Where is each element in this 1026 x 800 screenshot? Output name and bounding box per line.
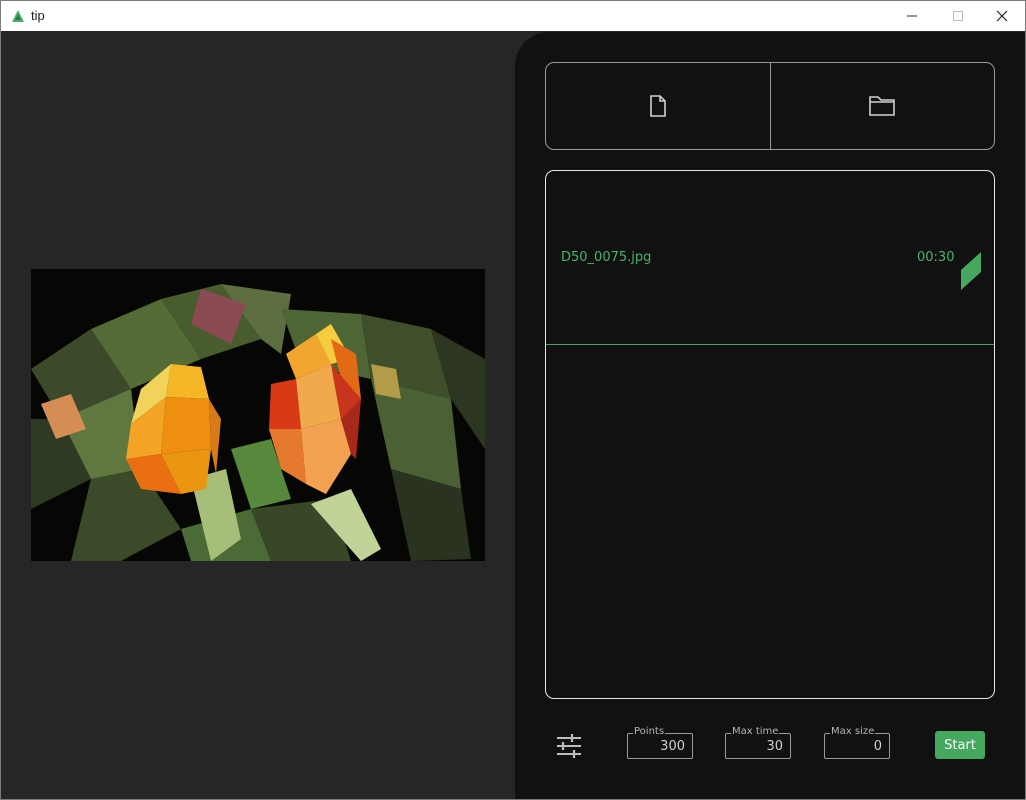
triangulated-image-preview (31, 269, 485, 561)
points-label: Points (633, 726, 666, 738)
close-button[interactable] (979, 1, 1025, 31)
max-size-field[interactable]: Max size 0 (824, 726, 890, 759)
file-list: D50_0075.jpg 00:30 (545, 170, 995, 699)
maximize-button[interactable] (935, 1, 981, 31)
main-content: D50_0075.jpg 00:30 Points 300 Max time 3… (1, 31, 1025, 799)
settings-bar: Points 300 Max time 30 Max size 0 Start (515, 722, 1025, 772)
file-icon (649, 95, 666, 117)
tulips-image (31, 269, 485, 561)
minimize-button[interactable] (889, 1, 935, 31)
app-logo-icon (12, 10, 24, 22)
title-bar[interactable]: tip (1, 1, 1025, 31)
app-window: tip D50_0075.jpg 00:30 Points 300 Max ti… (0, 0, 1026, 800)
file-time: 00:30 (917, 250, 955, 265)
max-time-field[interactable]: Max time 30 (725, 726, 791, 759)
folder-icon (869, 96, 896, 116)
max-size-label: Max size (830, 726, 876, 738)
open-buttons-group (545, 62, 995, 150)
points-input[interactable]: 300 (660, 739, 685, 754)
start-button[interactable]: Start (935, 731, 985, 759)
window-title: tip (31, 8, 45, 23)
open-folder-button[interactable] (771, 63, 995, 149)
minimize-icon (907, 15, 917, 17)
open-file-button[interactable] (546, 63, 771, 149)
control-panel: D50_0075.jpg 00:30 Points 300 Max time 3… (515, 32, 1025, 799)
points-field[interactable]: Points 300 (627, 726, 693, 759)
close-icon (996, 10, 1008, 22)
sliders-icon[interactable] (555, 733, 583, 759)
list-item[interactable]: D50_0075.jpg 00:30 (546, 171, 994, 345)
file-name: D50_0075.jpg (561, 250, 652, 265)
max-time-input[interactable]: 30 (766, 739, 783, 754)
preview-area (1, 31, 515, 799)
maximize-icon (953, 11, 963, 21)
max-time-label: Max time (731, 726, 780, 738)
max-size-input[interactable]: 0 (874, 739, 882, 754)
progress-indicator-icon (961, 252, 981, 290)
